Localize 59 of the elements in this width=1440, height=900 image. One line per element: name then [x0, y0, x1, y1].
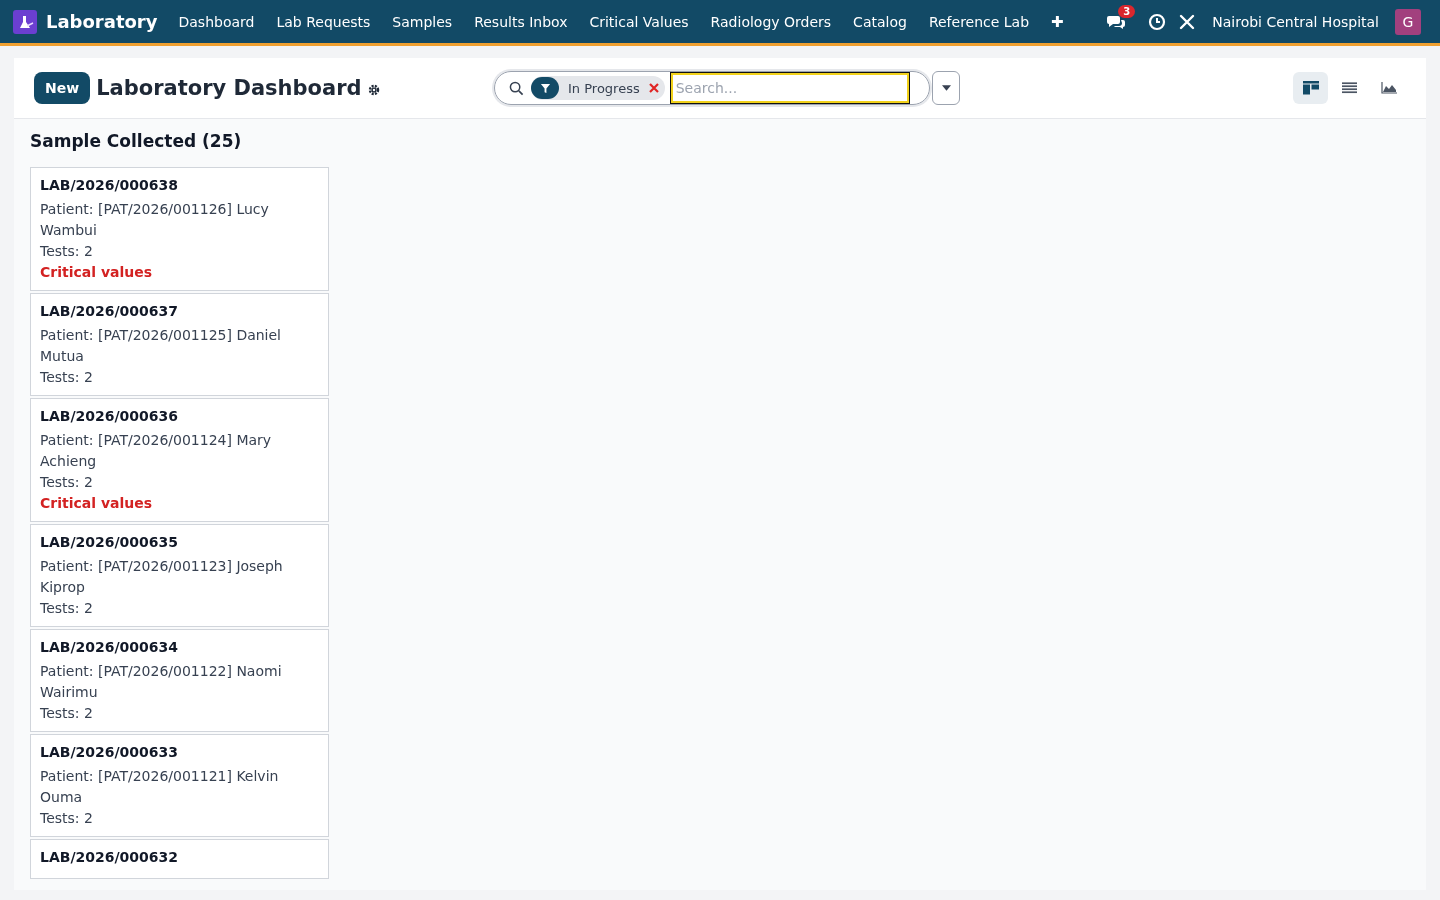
patient-text: Patient: [PAT/2026/001125] Daniel Mutua	[40, 326, 282, 366]
tests-count: Tests: 2	[40, 368, 94, 387]
search-field[interactable]: Search...	[670, 73, 909, 103]
kanban-card[interactable]: LAB/2026/000637 Patient: [PAT/2026/001125] Daniel Mutua Tests: 2	[30, 293, 329, 396]
chat-icon[interactable]	[1106, 13, 1127, 30]
app-name[interactable]: Laboratory	[46, 11, 158, 32]
menu-item[interactable]: Dashboard	[167, 13, 266, 30]
record-reference: LAB/2026/000633	[40, 743, 180, 762]
kanban-card[interactable]: LAB/2026/000632	[30, 839, 329, 879]
record-reference: LAB/2026/000634	[40, 638, 180, 657]
kanban-card[interactable]: LAB/2026/000633 Patient: [PAT/2026/001121] Kelvin Ouma Tests: 2	[30, 734, 329, 837]
menu-item[interactable]: Reference Lab	[917, 13, 1041, 30]
patient-text: Patient: [PAT/2026/001123] Joseph Kiprop	[40, 557, 284, 597]
critical-values-label: Critical values	[40, 494, 154, 513]
kanban-card[interactable]: LAB/2026/000638 Patient: [PAT/2026/001126] Lucy Wambui Tests: 2 Critical values	[30, 167, 329, 291]
filter-icon	[531, 77, 559, 99]
new-button[interactable]: New	[34, 72, 91, 104]
tests-count: Tests: 2	[40, 599, 94, 618]
caret-icon	[941, 85, 951, 91]
add-menu-button[interactable]: ✚	[1040, 12, 1075, 31]
record-reference: LAB/2026/000636	[40, 407, 180, 426]
patient-text: Patient: [PAT/2026/001124] Mary Achieng	[40, 431, 273, 471]
menu-item[interactable]: Results Inbox	[463, 13, 579, 30]
facet-label: In Progress	[568, 80, 640, 96]
record-reference: LAB/2026/000638	[40, 176, 180, 195]
record-reference: LAB/2026/000632	[40, 848, 180, 867]
flask-app-icon[interactable]	[13, 9, 37, 34]
message-count-badge: 3	[1118, 4, 1136, 18]
tests-count: Tests: 2	[40, 242, 94, 261]
menu-item[interactable]: Lab Requests	[265, 13, 382, 30]
user-avatar[interactable]: G	[1395, 8, 1421, 35]
company-name[interactable]: Nairobi Central Hospital	[1212, 13, 1379, 30]
menu-item[interactable]: Samples	[381, 13, 464, 30]
page-title: Laboratory Dashboard	[96, 76, 362, 100]
clock-icon[interactable]	[1148, 12, 1167, 31]
remove-filter-icon[interactable]	[648, 83, 659, 93]
kanban-card[interactable]: LAB/2026/000636 Patient: [PAT/2026/001124] Mary Achieng Tests: 2 Critical values	[30, 398, 329, 522]
tests-count: Tests: 2	[40, 704, 94, 723]
record-reference: LAB/2026/000635	[40, 533, 180, 552]
patient-text: Patient: [PAT/2026/001126] Lucy Wambui	[40, 200, 270, 240]
critical-values-label: Critical values	[40, 263, 154, 282]
kanban-icon	[1302, 81, 1319, 95]
list-icon	[1342, 82, 1357, 94]
kanban-view-button[interactable]	[1293, 72, 1328, 104]
kanban-card[interactable]: LAB/2026/000634 Patient: [PAT/2026/001122] Naomi Wairimu Tests: 2	[30, 629, 329, 732]
patient-text: Patient: [PAT/2026/001121] Kelvin Ouma	[40, 767, 280, 807]
kanban-card[interactable]: LAB/2026/000635 Patient: [PAT/2026/001123] Joseph Kiprop Tests: 2	[30, 524, 329, 627]
menu-item[interactable]: Catalog	[842, 13, 918, 30]
menu-item[interactable]: Radiology Orders	[699, 13, 843, 30]
tests-count: Tests: 2	[40, 809, 94, 828]
area-chart-icon	[1380, 82, 1397, 94]
tests-count: Tests: 2	[40, 473, 94, 492]
column-header: Sample Collected (25)	[30, 131, 243, 151]
menu-item[interactable]: Critical Values	[578, 13, 700, 30]
record-reference: LAB/2026/000637	[40, 302, 180, 321]
patient-text: Patient: [PAT/2026/001122] Naomi Wairimu	[40, 662, 283, 702]
search-options-toggle[interactable]	[932, 71, 960, 105]
gear-icon[interactable]	[367, 83, 380, 96]
search-icon	[509, 80, 524, 96]
